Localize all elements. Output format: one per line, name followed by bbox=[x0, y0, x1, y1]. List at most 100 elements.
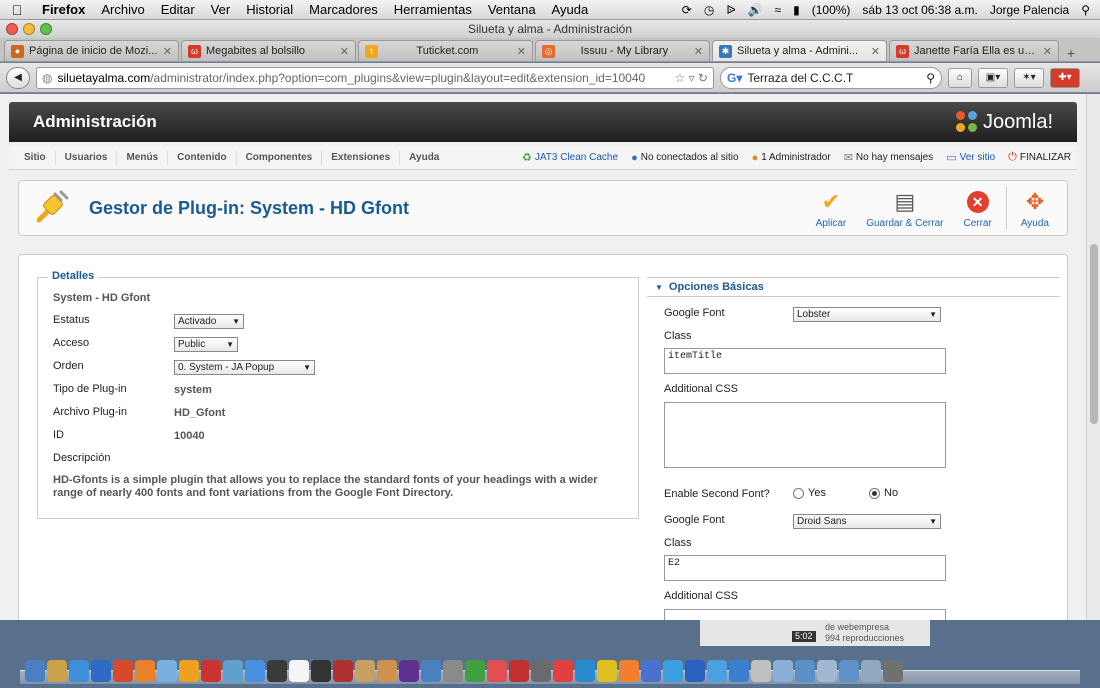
menu-componentes[interactable]: Componentes bbox=[237, 150, 323, 165]
dock-app-icon[interactable] bbox=[421, 660, 441, 682]
dock-app-icon[interactable] bbox=[729, 660, 749, 682]
dock-app-icon[interactable] bbox=[267, 660, 287, 682]
dock-app-icon[interactable] bbox=[201, 660, 221, 682]
dock-app-icon[interactable] bbox=[333, 660, 353, 682]
basic-options-toggle[interactable]: ▼ Opciones Básicas bbox=[647, 277, 1060, 297]
tab-tuticket[interactable]: t Tuticket.com ✕ bbox=[358, 40, 533, 61]
google-search-icon[interactable]: G▾ bbox=[727, 71, 742, 85]
close-window-icon[interactable] bbox=[6, 23, 18, 35]
menu-extensiones[interactable]: Extensiones bbox=[322, 150, 401, 165]
dock-app-icon[interactable] bbox=[399, 660, 419, 682]
search-icon[interactable]: ⚲ bbox=[926, 71, 935, 85]
dock-app-icon[interactable] bbox=[179, 660, 199, 682]
dock-app-icon[interactable] bbox=[685, 660, 705, 682]
tab-silueta-admin[interactable]: ✱ Silueta y alma - Admini... ✕ bbox=[712, 40, 887, 61]
tab-close-icon[interactable]: ✕ bbox=[871, 45, 880, 58]
tab-close-icon[interactable]: ✕ bbox=[694, 45, 703, 58]
dock-app-icon[interactable] bbox=[597, 660, 617, 682]
tab-close-icon[interactable]: ✕ bbox=[340, 45, 349, 58]
google-font-2-select[interactable]: Droid Sans ▼ bbox=[793, 514, 941, 529]
dock-app-icon[interactable] bbox=[641, 660, 661, 682]
minimize-window-icon[interactable] bbox=[23, 23, 35, 35]
tab-megabites[interactable]: ω Megabites al bolsillo ✕ bbox=[181, 40, 356, 61]
time-machine-icon[interactable]: ◷ bbox=[704, 3, 714, 17]
tab-mozilla[interactable]: ● Página de inicio de Mozi... ✕ bbox=[4, 40, 179, 61]
help-button[interactable]: ✥ Ayuda bbox=[1015, 189, 1055, 229]
dock-app-icon[interactable] bbox=[487, 660, 507, 682]
dock-app-icon[interactable] bbox=[311, 660, 331, 682]
google-font-select[interactable]: Lobster ▼ bbox=[793, 307, 941, 322]
menu-herramientas[interactable]: Herramientas bbox=[386, 2, 480, 17]
dock-app-icon[interactable] bbox=[707, 660, 727, 682]
menu-menus[interactable]: Menús bbox=[117, 150, 169, 165]
menu-ver[interactable]: Ver bbox=[203, 2, 239, 17]
dock-app-icon[interactable] bbox=[465, 660, 485, 682]
dock-app-icon[interactable] bbox=[861, 660, 881, 682]
tab-close-icon[interactable]: ✕ bbox=[163, 45, 172, 58]
home-button[interactable]: ⌂ bbox=[948, 67, 972, 88]
clean-cache-link[interactable]: ♻ JAT3 Clean Cache bbox=[522, 151, 618, 164]
dock-app-icon[interactable] bbox=[531, 660, 551, 682]
dock-app-icon[interactable] bbox=[443, 660, 463, 682]
dock-app-icon[interactable] bbox=[773, 660, 793, 682]
dock-app-icon[interactable] bbox=[113, 660, 133, 682]
dock-app-icon[interactable] bbox=[377, 660, 397, 682]
dock-app-icon[interactable] bbox=[289, 660, 309, 682]
menu-historial[interactable]: Historial bbox=[238, 2, 301, 17]
menu-ayuda-admin[interactable]: Ayuda bbox=[400, 151, 448, 165]
menu-ventana[interactable]: Ventana bbox=[480, 2, 544, 17]
dock-app-icon[interactable] bbox=[795, 660, 815, 682]
scrollbar-thumb[interactable] bbox=[1090, 244, 1098, 424]
close-button[interactable]: ✕ Cerrar bbox=[957, 190, 997, 229]
user-name[interactable]: Jorge Palencia bbox=[990, 3, 1069, 17]
zoom-window-icon[interactable] bbox=[40, 23, 52, 35]
apply-button[interactable]: ✔ Aplicar bbox=[810, 189, 853, 229]
bookmark-star-icon[interactable]: ☆ ▿ ↻ bbox=[674, 71, 708, 85]
tools-button[interactable]: ✶▾ bbox=[1014, 67, 1044, 88]
menu-sitio[interactable]: Sitio bbox=[15, 150, 56, 165]
dock-app-icon[interactable] bbox=[553, 660, 573, 682]
url-bar[interactable]: ◍ siluetayalma.com/administrator/index.p… bbox=[36, 66, 714, 89]
dock-app-icon[interactable] bbox=[91, 660, 111, 682]
order-select[interactable]: 0. System - JA Popup ▼ bbox=[174, 360, 315, 375]
spotlight-icon[interactable]: ⚲ bbox=[1081, 3, 1090, 17]
bluetooth-icon[interactable]: ᐉ bbox=[726, 3, 735, 17]
tab-issuu[interactable]: ◎ Issuu - My Library ✕ bbox=[535, 40, 710, 61]
dock-app-icon[interactable] bbox=[663, 660, 683, 682]
menu-usuarios[interactable]: Usuarios bbox=[56, 150, 118, 165]
menu-ayuda[interactable]: Ayuda bbox=[544, 2, 597, 17]
tab-close-icon[interactable]: ✕ bbox=[1043, 45, 1052, 58]
clock[interactable]: sáb 13 oct 06:38 a.m. bbox=[862, 3, 977, 17]
dock-app-icon[interactable] bbox=[751, 660, 771, 682]
page-scrollbar[interactable] bbox=[1086, 94, 1100, 620]
dock-app-icon[interactable] bbox=[25, 660, 45, 682]
new-tab-icon[interactable]: + bbox=[1061, 45, 1081, 61]
dock-app-icon[interactable] bbox=[135, 660, 155, 682]
menu-app-name[interactable]: Firefox bbox=[34, 2, 93, 17]
menu-editar[interactable]: Editar bbox=[153, 2, 203, 17]
dock-app-icon[interactable] bbox=[575, 660, 595, 682]
dock-app-icon[interactable] bbox=[355, 660, 375, 682]
menu-contenido[interactable]: Contenido bbox=[168, 150, 237, 165]
dock-app-icon[interactable] bbox=[223, 660, 243, 682]
menu-marcadores[interactable]: Marcadores bbox=[301, 2, 386, 17]
additional-css-textarea[interactable] bbox=[664, 402, 946, 468]
view-site-link[interactable]: ▭ Ver sitio bbox=[946, 151, 995, 164]
messages-link[interactable]: ✉ No hay mensajes bbox=[844, 151, 933, 164]
sync-icon[interactable]: ⟳ bbox=[682, 3, 692, 17]
additional-css-2-textarea[interactable] bbox=[664, 609, 946, 620]
second-font-yes-radio[interactable]: Yes bbox=[793, 487, 826, 499]
class-2-textarea[interactable]: E2 bbox=[664, 555, 946, 581]
dock-app-icon[interactable] bbox=[69, 660, 89, 682]
dock-app-icon[interactable] bbox=[47, 660, 67, 682]
addon-button[interactable]: ▣▾ bbox=[978, 67, 1008, 88]
extension-button[interactable]: ✚▾ bbox=[1050, 67, 1080, 88]
logout-link[interactable]: ⏻ FINALIZAR bbox=[1008, 151, 1071, 164]
battery-icon[interactable]: ▮ bbox=[793, 3, 800, 17]
class-textarea[interactable]: itemTitle bbox=[664, 348, 946, 374]
search-bar[interactable]: G▾ Terraza del C.C.C.T ⚲ bbox=[720, 66, 942, 89]
dock-app-icon[interactable] bbox=[619, 660, 639, 682]
apple-icon[interactable]:  bbox=[0, 2, 34, 18]
menu-archivo[interactable]: Archivo bbox=[93, 2, 152, 17]
dock-app-icon[interactable] bbox=[817, 660, 837, 682]
